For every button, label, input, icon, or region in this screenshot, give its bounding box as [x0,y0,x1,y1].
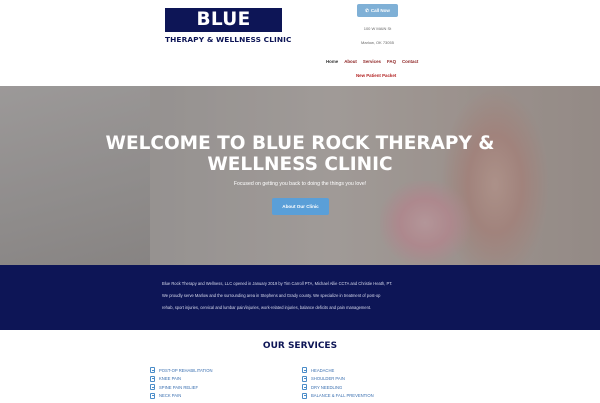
clipboard-icon [150,375,155,382]
info-line-1: Blue Rock Therapy and Wellness, LLC open… [162,281,393,286]
service-label: HEADACHE [311,367,335,373]
service-label: POST-OP REHABILITATION [159,367,213,373]
logo-title: BLUE ROCK [165,8,282,54]
call-now-label: Call Now [370,8,390,13]
service-label: DRY NEEDLING [311,384,343,390]
service-label: BALANCE & FALL PREVENTION [311,393,374,399]
about-clinic-button[interactable]: About Our Clinic [272,198,329,215]
nav-home[interactable]: Home [326,59,338,64]
nav-faq[interactable]: FAQ [387,59,396,64]
nav-contact[interactable]: Contact [402,59,418,64]
service-label: SPINE PAIN RELIEF [159,384,199,390]
clipboard-icon [150,392,155,399]
call-now-button[interactable]: ✆ Call Now [357,4,398,17]
address-line-2: Marlow, OK 73055 [361,40,394,45]
nav-services[interactable]: Services [363,59,381,64]
clinic-logo[interactable]: BLUE ROCK THERAPY & WELLNESS CLINIC [165,8,292,54]
service-item[interactable]: HEADACHE [302,366,374,375]
hero-overlay [0,86,600,265]
nav-about[interactable]: About [344,59,357,64]
clipboard-icon [150,367,155,374]
address-line-1: 100 W MAIN St [363,26,392,31]
service-item[interactable]: NECK PAIN [150,392,213,401]
service-item[interactable]: DRY NEEDLING [302,383,374,392]
service-item[interactable]: POST-OP REHABILITATION [150,366,213,375]
services-heading: OUR SERVICES [262,341,338,351]
logo-subtitle: THERAPY & WELLNESS CLINIC [165,35,292,44]
new-patient-packet-link[interactable]: New Patient Packet [356,73,396,78]
clipboard-icon [302,375,307,382]
hero-banner: WELCOME TO BLUE ROCK THERAPY & WELLNESS … [0,86,600,265]
clipboard-icon [302,392,307,399]
service-label: NECK PAIN [159,393,182,399]
clipboard-icon [150,384,155,391]
site-header: BLUE ROCK THERAPY & WELLNESS CLINIC ✆ Ca… [0,0,600,86]
service-item[interactable]: KNEE PAIN [150,375,213,384]
hero-subtitle: Focused on getting you back to doing the… [233,181,367,187]
service-item[interactable]: SPINE PAIN RELIEF [150,383,213,392]
info-line-2: We proudly serve Marlow and the surround… [162,293,381,298]
clipboard-icon [302,367,307,374]
services-list-right: HEADACHE SHOULDER PAIN DRY NEEDLING BALA… [302,366,374,400]
service-label: SHOULDER PAIN [311,376,345,382]
service-label: KNEE PAIN [159,376,182,382]
clinic-info-section: Blue Rock Therapy and Wellness, LLC open… [0,265,600,330]
phone-icon: ✆ [365,7,369,13]
info-line-3: rehab, sport injuries, cervical and lumb… [162,305,372,310]
clipboard-icon [302,384,307,391]
service-item[interactable]: BALANCE & FALL PREVENTION [302,392,374,401]
hero-title: WELCOME TO BLUE ROCK THERAPY & WELLNESS … [105,133,495,175]
service-item[interactable]: SHOULDER PAIN [302,375,374,384]
services-list-left: POST-OP REHABILITATION KNEE PAIN SPINE P… [150,366,213,400]
main-nav: Home About Services FAQ Contact [326,59,418,64]
